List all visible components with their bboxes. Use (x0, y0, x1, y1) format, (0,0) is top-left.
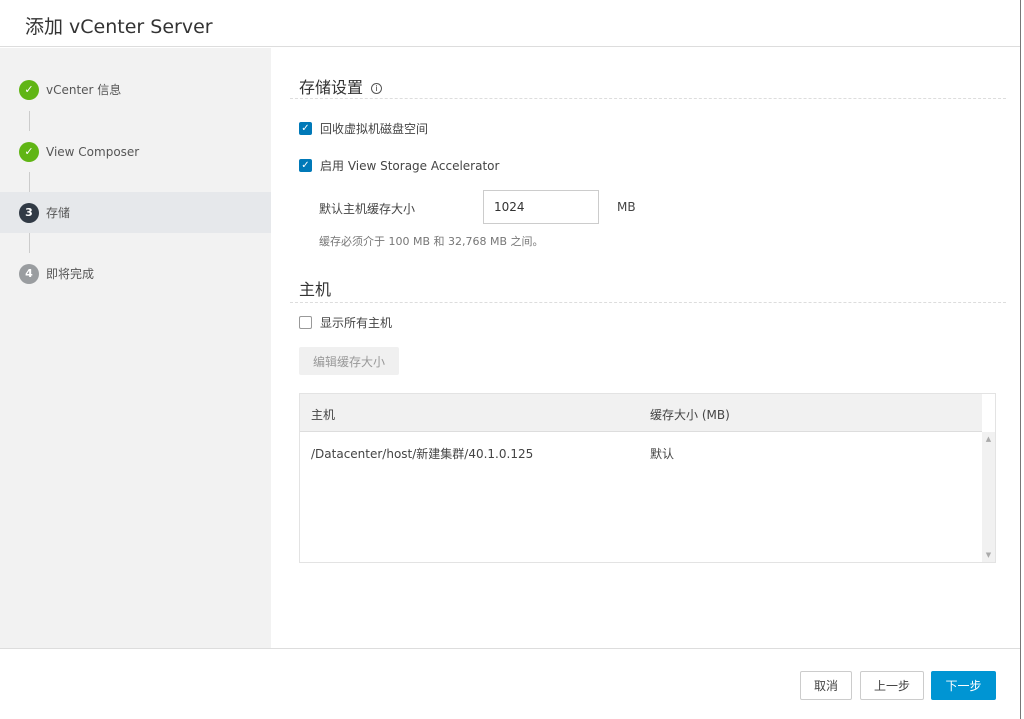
hosts-heading: 主机 (299, 280, 332, 299)
scroll-up-icon[interactable]: ▲ (982, 435, 995, 443)
wizard-steps: ✓ vCenter 信息 ✓ View Composer 3 存储 4 即将完成 (0, 48, 271, 648)
reclaim-disk-space-checkbox[interactable]: ✓ 回收虚拟机磁盘空间 (299, 120, 428, 137)
table-scrollbar[interactable]: ▲ ▼ (982, 432, 995, 562)
checkbox-checked-icon[interactable]: ✓ (299, 122, 312, 135)
info-icon[interactable]: i (371, 83, 383, 94)
cache-hint: 缓存必须介于 100 MB 和 32,768 MB 之间。 (319, 235, 544, 248)
storage-panel: 存储设置 i ✓ 回收虚拟机磁盘空间 ✓ 启用 View Storage Acc… (271, 48, 1020, 648)
storage-settings-heading: 存储设置 i (299, 74, 383, 98)
table-header: 主机 缓存大小 (MB) (300, 394, 982, 432)
step-label: 即将完成 (46, 267, 95, 281)
show-all-hosts-checkbox[interactable]: 显示所有主机 (299, 314, 392, 331)
cache-size-input[interactable]: 1024 (483, 190, 599, 224)
column-cache-size[interactable]: 缓存大小 (MB) (650, 406, 730, 423)
checkbox-unchecked-icon[interactable] (299, 316, 312, 329)
next-button[interactable]: 下一步 (931, 671, 996, 700)
step-label: vCenter 信息 (46, 83, 122, 97)
step-ready-to-complete[interactable]: 4 即将完成 (0, 253, 271, 294)
step-label: View Composer (46, 144, 140, 159)
step-label: 存储 (46, 206, 71, 220)
checkbox-checked-icon[interactable]: ✓ (299, 159, 312, 172)
dialog-title: 添加 vCenter Server (25, 16, 213, 38)
dialog-header: 添加 vCenter Server (0, 0, 1020, 47)
step-vcenter-info[interactable]: ✓ vCenter 信息 (0, 69, 271, 110)
table-row[interactable]: /Datacenter/host/新建集群/40.1.0.125 默认 (300, 432, 982, 468)
scroll-down-icon[interactable]: ▼ (982, 551, 995, 559)
step-storage[interactable]: 3 存储 (0, 192, 271, 233)
cache-unit: MB (617, 200, 636, 214)
step-connector (29, 111, 30, 131)
step-connector (29, 233, 30, 253)
checkbox-label: 显示所有主机 (320, 316, 393, 330)
enable-vsa-checkbox[interactable]: ✓ 启用 View Storage Accelerator (299, 157, 499, 174)
step-number: 4 (19, 263, 39, 284)
dialog-footer: 取消 上一步 下一步 (0, 648, 1020, 719)
heading-text: 存储设置 (299, 78, 364, 97)
divider (290, 98, 1006, 99)
host-path: /Datacenter/host/新建集群/40.1.0.125 (311, 447, 534, 461)
step-view-composer[interactable]: ✓ View Composer (0, 131, 271, 172)
checkbox-label: 回收虚拟机磁盘空间 (320, 122, 429, 136)
back-button[interactable]: 上一步 (860, 671, 924, 700)
edit-cache-size-button[interactable]: 编辑缓存大小 (299, 347, 399, 375)
hosts-table: 主机 缓存大小 (MB) /Datacenter/host/新建集群/40.1.… (299, 393, 996, 563)
check-icon: ✓ (19, 79, 39, 100)
divider (290, 302, 1006, 303)
checkbox-label: 启用 View Storage Accelerator (320, 159, 500, 173)
host-cache-size: 默认 (650, 447, 675, 461)
column-host[interactable]: 主机 (311, 406, 335, 423)
check-icon: ✓ (19, 141, 39, 162)
step-number: 3 (19, 202, 39, 223)
step-connector (29, 172, 30, 192)
window-edge (1020, 0, 1024, 719)
cancel-button[interactable]: 取消 (800, 671, 852, 700)
cache-size-label: 默认主机缓存大小 (319, 202, 416, 216)
